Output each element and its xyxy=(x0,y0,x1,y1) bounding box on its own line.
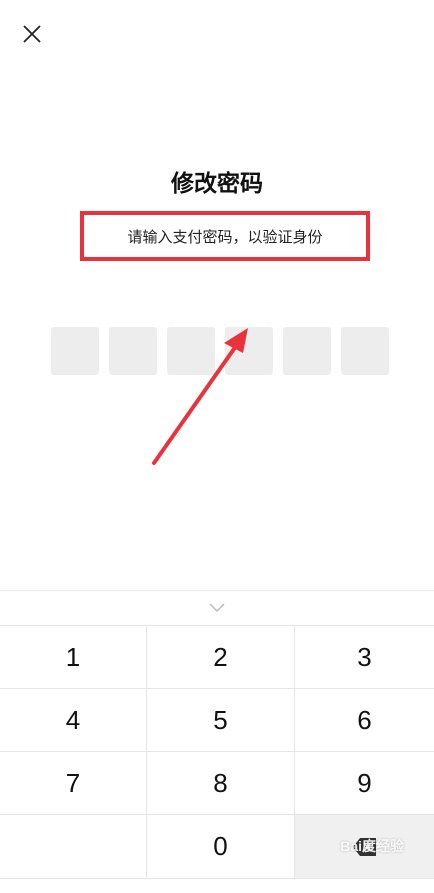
pin-digit-box xyxy=(283,327,331,375)
key-8[interactable]: 8 xyxy=(147,752,295,815)
pin-digit-box xyxy=(51,327,99,375)
pin-digit-box xyxy=(167,327,215,375)
key-3[interactable]: 3 xyxy=(295,626,434,689)
key-7[interactable]: 7 xyxy=(0,752,147,815)
page-title: 修改密码 xyxy=(171,171,263,197)
numeric-keyboard: 1 2 3 4 5 6 7 8 9 0 Bai度经验 xyxy=(0,590,434,893)
pin-digit-box xyxy=(225,327,273,375)
key-9[interactable]: 9 xyxy=(295,752,434,815)
key-2[interactable]: 2 xyxy=(147,626,295,689)
chevron-down-icon xyxy=(209,603,225,613)
watermark-text: Bai度经验 xyxy=(340,838,404,854)
keyboard-collapse-button[interactable] xyxy=(0,591,434,626)
subtitle-text: 请输入支付密码，以验证身份 xyxy=(127,227,323,246)
key-5[interactable]: 5 xyxy=(147,689,295,752)
close-button[interactable] xyxy=(16,18,48,50)
close-icon xyxy=(23,25,41,43)
pin-digit-box xyxy=(109,327,157,375)
subtitle-highlight: 请输入支付密码，以验证身份 xyxy=(80,211,370,261)
key-6[interactable]: 6 xyxy=(295,689,434,752)
key-delete[interactable]: Bai度经验 xyxy=(295,815,434,879)
pin-input[interactable] xyxy=(51,327,389,375)
key-0[interactable]: 0 xyxy=(147,815,295,879)
key-1[interactable]: 1 xyxy=(0,626,147,689)
pin-digit-box xyxy=(341,327,389,375)
key-4[interactable]: 4 xyxy=(0,689,147,752)
key-blank xyxy=(0,815,147,879)
